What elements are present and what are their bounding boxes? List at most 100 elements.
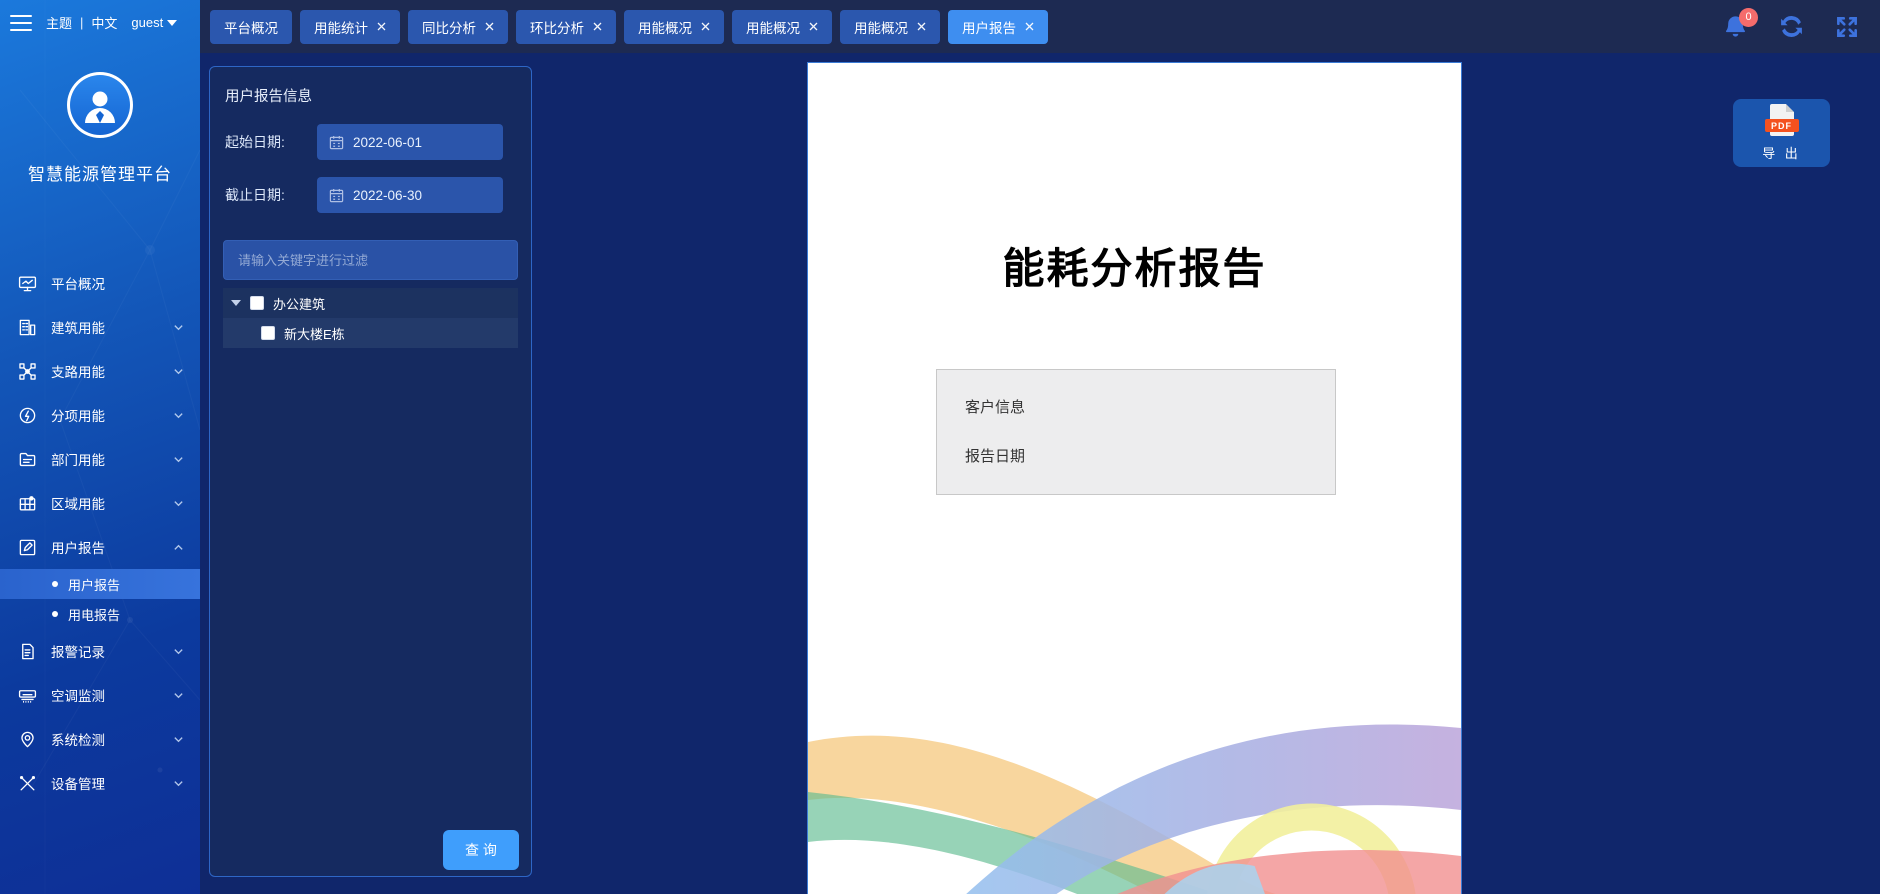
sidebar-item-platform-overview[interactable]: 平台概况 (0, 261, 200, 305)
platform-title: 智慧能源管理平台 (0, 160, 200, 185)
end-date-value: 2022-06-30 (353, 188, 422, 203)
tab-energy-overview-3[interactable]: 用能概况 (840, 10, 940, 44)
tab-mom-analysis[interactable]: 环比分析 (516, 10, 616, 44)
pin-icon (18, 730, 37, 749)
export-pdf-button[interactable]: PDF 导 出 (1733, 99, 1830, 167)
document-icon (18, 642, 37, 661)
ac-icon (18, 686, 37, 705)
end-date-label: 截止日期: (225, 185, 307, 205)
close-icon[interactable] (917, 22, 926, 31)
sidebar-item-device-management[interactable]: 设备管理 (0, 761, 200, 805)
start-date-label: 起始日期: (225, 132, 307, 152)
top-divider: | (80, 15, 83, 30)
sidebar-subitem-electricity-report[interactable]: 用电报告 (0, 599, 200, 629)
chevron-down-icon (173, 322, 184, 333)
tree-node-office-building[interactable]: 办公建筑 (223, 288, 518, 318)
tree-checkbox[interactable] (261, 326, 275, 340)
building-tree: 办公建筑 新大楼E栋 (223, 288, 518, 348)
tree-expander-icon[interactable] (231, 300, 241, 306)
sidebar-item-branch-energy[interactable]: 支路用能 (0, 349, 200, 393)
tree-node-label: 办公建筑 (273, 294, 325, 313)
tab-yoy-analysis[interactable]: 同比分析 (408, 10, 508, 44)
sidebar-item-user-report[interactable]: 用户报告 (0, 525, 200, 569)
caret-down-icon (167, 20, 177, 26)
tab-energy-overview-2[interactable]: 用能概况 (732, 10, 832, 44)
query-button[interactable]: 查 询 (443, 830, 519, 870)
tab-user-report[interactable]: 用户报告 (948, 10, 1048, 44)
bullet-icon (52, 611, 58, 617)
close-icon[interactable] (593, 22, 602, 31)
end-date-row: 截止日期: 2022-06-30 (223, 177, 518, 213)
sidebar-item-building-energy[interactable]: 建筑用能 (0, 305, 200, 349)
report-title: 能耗分析报告 (808, 235, 1461, 296)
language-link[interactable]: 中文 (91, 13, 117, 32)
branch-icon (18, 362, 37, 381)
chevron-down-icon (173, 734, 184, 745)
calendar-icon (329, 135, 344, 150)
topbar-actions: 0 (1720, 0, 1862, 53)
tree-checkbox[interactable] (250, 296, 264, 310)
panel-title: 用户报告信息 (225, 85, 518, 106)
customer-info-label: 客户信息 (965, 396, 1307, 417)
bullet-icon (52, 581, 58, 587)
theme-link[interactable]: 主题 (46, 13, 72, 32)
building-icon (18, 318, 37, 337)
close-icon[interactable] (1025, 22, 1034, 31)
chevron-down-icon (173, 690, 184, 701)
close-icon[interactable] (701, 22, 710, 31)
chevron-down-icon (173, 646, 184, 657)
report-info-box: 客户信息 报告日期 (936, 369, 1336, 495)
notification-bell-icon[interactable]: 0 (1720, 12, 1750, 42)
subitem-icon (18, 406, 37, 425)
chevron-down-icon (173, 498, 184, 509)
sidebar-item-ac-monitoring[interactable]: 空调监测 (0, 673, 200, 717)
report-date-label: 报告日期 (965, 445, 1307, 466)
sidebar-item-subitem-energy[interactable]: 分项用能 (0, 393, 200, 437)
calendar-icon (329, 188, 344, 203)
tools-icon (18, 774, 37, 793)
sidebar-subitem-user-report[interactable]: 用户报告 (0, 569, 200, 599)
tree-node-building-e[interactable]: 新大楼E栋 (223, 318, 518, 348)
pdf-band-label: PDF (1765, 119, 1799, 132)
notification-badge: 0 (1739, 8, 1758, 27)
chevron-down-icon (173, 454, 184, 465)
refresh-icon[interactable] (1776, 12, 1806, 42)
edit-icon (18, 538, 37, 557)
fullscreen-icon[interactable] (1832, 12, 1862, 42)
close-icon[interactable] (809, 22, 818, 31)
sidebar-item-department-energy[interactable]: 部门用能 (0, 437, 200, 481)
start-date-picker[interactable]: 2022-06-01 (317, 124, 503, 160)
sidebar: 主题 | 中文 guest 智慧能源管理平台 平台概况 建 (0, 0, 200, 894)
avatar (67, 72, 133, 138)
tab-energy-overview-1[interactable]: 用能概况 (624, 10, 724, 44)
sidebar-item-alarm-records[interactable]: 报警记录 (0, 629, 200, 673)
sidebar-item-region-energy[interactable]: 区域用能 (0, 481, 200, 525)
tab-energy-statistics[interactable]: 用能统计 (300, 10, 400, 44)
user-dropdown[interactable]: guest (131, 15, 177, 30)
map-icon (18, 494, 37, 513)
start-date-row: 起始日期: 2022-06-01 (223, 124, 518, 160)
hamburger-menu-icon[interactable] (10, 15, 32, 31)
sidebar-item-system-check[interactable]: 系统检测 (0, 717, 200, 761)
folder-icon (18, 450, 37, 469)
keyword-filter-input[interactable] (223, 240, 518, 280)
chevron-up-icon (173, 542, 184, 553)
tab-platform-overview[interactable]: 平台概况 (210, 10, 292, 44)
monitor-icon (18, 274, 37, 293)
report-preview: 能耗分析报告 客户信息 报告日期 (807, 62, 1462, 894)
sidebar-top-bar: 主题 | 中文 guest (0, 0, 200, 45)
user-report-filter-panel: 用户报告信息 起始日期: 2022-06-01 截止日期: 2022-06-30… (209, 66, 532, 877)
chevron-down-icon (173, 410, 184, 421)
end-date-picker[interactable]: 2022-06-30 (317, 177, 503, 213)
username-label: guest (131, 15, 163, 30)
pdf-file-icon: PDF (1765, 104, 1799, 140)
start-date-value: 2022-06-01 (353, 135, 422, 150)
export-label: 导 出 (1762, 143, 1801, 162)
close-icon[interactable] (485, 22, 494, 31)
chevron-down-icon (173, 778, 184, 789)
tab-bar: 平台概况 用能统计 同比分析 环比分析 用能概况 用能概况 用能概况 用户报告 (200, 10, 1048, 44)
decorative-waves (808, 594, 1461, 894)
user-avatar-icon (80, 85, 120, 125)
close-icon[interactable] (377, 22, 386, 31)
chevron-down-icon (173, 366, 184, 377)
